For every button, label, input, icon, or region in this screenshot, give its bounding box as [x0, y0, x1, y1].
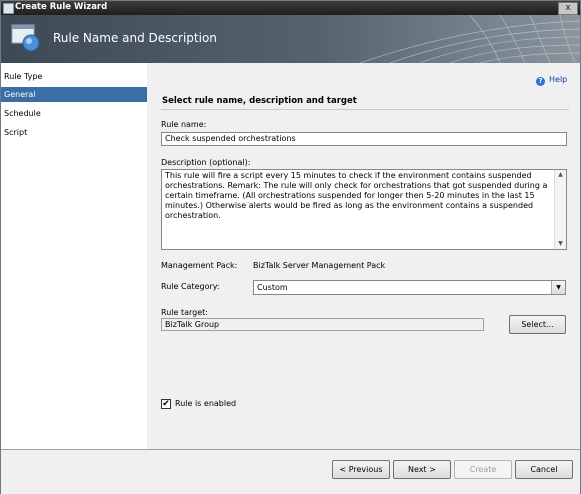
rule-name-label: Rule name: [161, 120, 207, 129]
description-textarea[interactable]: This rule will fire a script every 15 mi… [161, 169, 567, 250]
banner-grid-graphic [359, 15, 580, 63]
rule-target-label: Rule target: [161, 308, 208, 317]
cancel-button[interactable]: Cancel [515, 460, 573, 479]
wizard-steps-sidebar: Rule Type General Schedule Script [1, 63, 147, 449]
title-bar[interactable]: Create Rule Wizard x [1, 1, 580, 15]
section-divider [161, 109, 569, 110]
next-button[interactable]: Next > [393, 460, 451, 479]
sidebar-item-schedule[interactable]: Schedule [1, 106, 147, 121]
sidebar-item-general[interactable]: General [1, 87, 147, 102]
rule-enabled-label[interactable]: Rule is enabled [175, 399, 236, 408]
wizard-banner: Rule Name and Description [1, 15, 580, 63]
rule-target-field: BizTalk Group [161, 318, 484, 331]
wizard-content: ? Help Select rule name, description and … [148, 63, 580, 449]
help-link[interactable]: ? Help [536, 75, 567, 86]
sidebar-item-script[interactable]: Script [1, 125, 147, 140]
wizard-footer: < Previous Next > Create Cancel [1, 449, 580, 494]
description-scrollbar[interactable]: ▲ ▼ [554, 170, 566, 249]
window-icon [3, 3, 14, 14]
window-title: Create Rule Wizard [15, 2, 108, 12]
create-rule-wizard-window: Create Rule Wizard x Rule Name and Descr… [0, 0, 581, 494]
scroll-up-arrow-icon[interactable]: ▲ [555, 170, 566, 180]
help-label: Help [549, 75, 568, 84]
select-target-button[interactable]: Select... [509, 315, 566, 334]
chevron-down-icon[interactable]: ▼ [551, 281, 565, 294]
rule-name-input[interactable]: Check suspended orchestrations [161, 132, 567, 146]
rule-enabled-checkbox[interactable]: ✔ [161, 399, 171, 409]
management-pack-value: BizTalk Server Management Pack [253, 261, 386, 270]
banner-title: Rule Name and Description [53, 31, 217, 45]
sidebar-item-rule-type[interactable]: Rule Type [1, 69, 147, 84]
scroll-down-arrow-icon[interactable]: ▼ [555, 239, 566, 249]
help-icon: ? [536, 77, 545, 86]
description-label: Description (optional): [161, 158, 251, 167]
description-text: This rule will fire a script every 15 mi… [165, 171, 548, 220]
section-heading: Select rule name, description and target [162, 96, 357, 106]
rule-category-label: Rule Category: [161, 282, 220, 291]
create-button[interactable]: Create [454, 460, 512, 479]
rule-category-dropdown[interactable]: Custom ▼ [253, 280, 566, 295]
management-pack-label: Management Pack: [161, 261, 238, 270]
rule-wizard-icon [11, 24, 40, 52]
rule-category-value: Custom [257, 283, 288, 292]
previous-button[interactable]: < Previous [332, 460, 390, 479]
close-button[interactable]: x [558, 2, 578, 15]
